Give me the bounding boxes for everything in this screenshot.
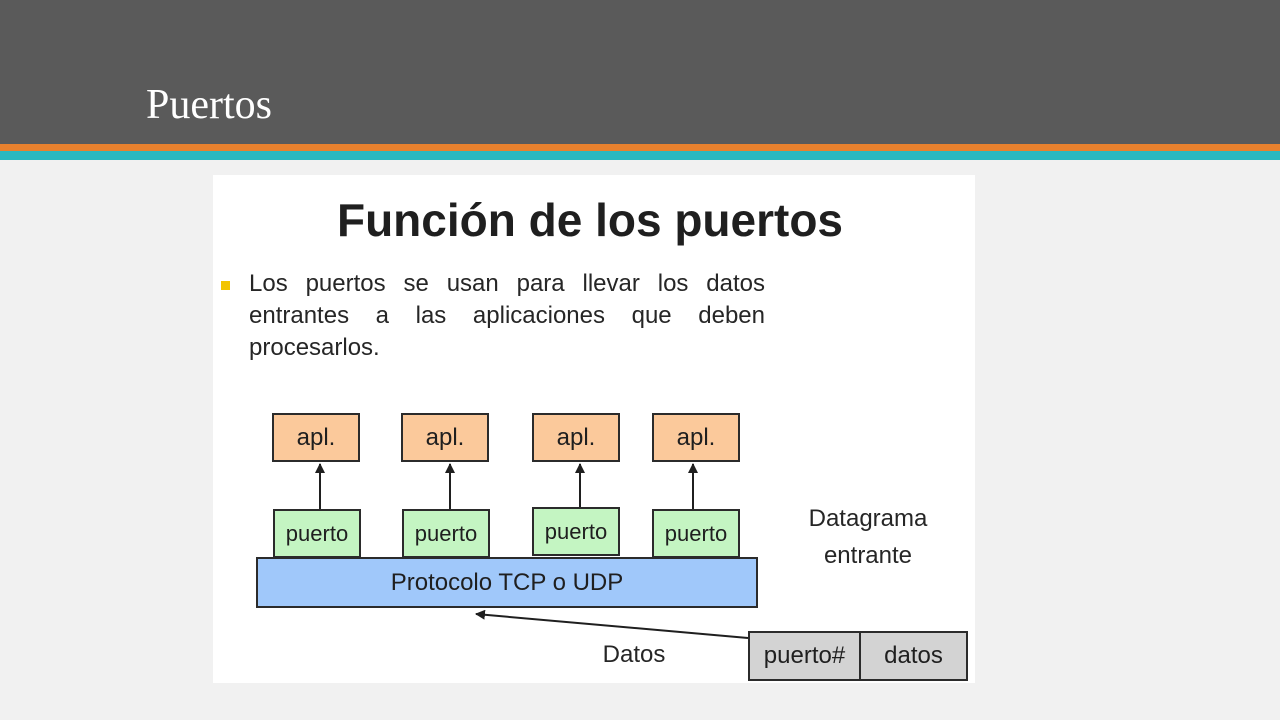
datagram-to-protocol-arrow	[475, 609, 749, 639]
diagram-arrows	[315, 463, 749, 639]
